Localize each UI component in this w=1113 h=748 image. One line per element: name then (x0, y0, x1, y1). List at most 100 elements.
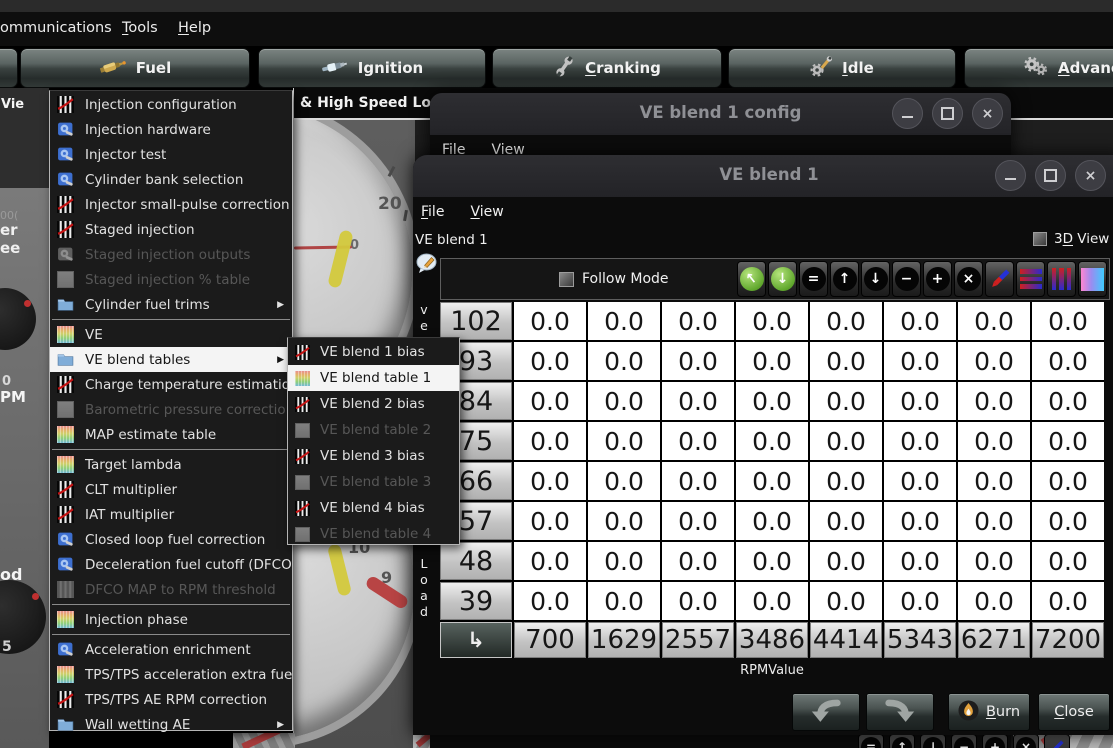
pencil-button[interactable] (1044, 734, 1070, 748)
table-cell[interactable]: 0.0 (662, 342, 734, 380)
table-cell[interactable]: 0.0 (588, 542, 660, 580)
table-cell[interactable]: 0.0 (884, 582, 956, 620)
table-cell[interactable]: 0.0 (884, 302, 956, 340)
table-cell[interactable]: 0.0 (514, 382, 586, 420)
menu-item-charge-temperature-estimation[interactable]: Charge temperature estimation (50, 372, 292, 397)
decrement-button[interactable]: ↓ (861, 261, 890, 297)
table-cell[interactable]: 0.0 (1032, 542, 1104, 580)
plus-button[interactable]: + (982, 734, 1008, 748)
table-cell[interactable]: 0.0 (514, 422, 586, 460)
burn-button[interactable]: Burn (948, 693, 1030, 731)
table-cell[interactable]: 0.0 (810, 582, 882, 620)
menu-item-acceleration-enrichment[interactable]: Acceleration enrichment (50, 637, 292, 662)
table-cell[interactable]: 0.0 (1032, 462, 1104, 500)
menu-item-injection-configuration[interactable]: Injection configuration (50, 92, 292, 117)
redo-button[interactable] (866, 693, 934, 731)
menu-item-ve-blend-3-bias[interactable]: VE blend 3 bias (288, 443, 459, 469)
col-header-cell[interactable]: 6271 (958, 622, 1030, 658)
tab-edge-partial[interactable] (0, 48, 18, 88)
table-cell[interactable]: 0.0 (810, 302, 882, 340)
menu-item-tps-tps-ae-rpm-correction[interactable]: TPS/TPS AE RPM correction (50, 687, 292, 712)
table-cell[interactable]: 0.0 (958, 302, 1030, 340)
table-cell[interactable]: 0.0 (662, 422, 734, 460)
axis-corner-button[interactable]: ↳ (440, 622, 512, 658)
pencil-button[interactable] (985, 261, 1014, 297)
revert-down-button[interactable]: ↓ (768, 261, 797, 297)
table-cell[interactable]: 0.0 (958, 342, 1030, 380)
table-cell[interactable]: 0.0 (736, 542, 808, 580)
table-cell[interactable]: 0.0 (810, 422, 882, 460)
table-cell[interactable]: 0.0 (736, 502, 808, 540)
gradient-fill-button[interactable] (1078, 261, 1107, 297)
menu-item-cylinder-fuel-trims[interactable]: Cylinder fuel trims▶ (50, 292, 292, 317)
increment-button[interactable]: ↑ (889, 734, 915, 748)
col-header-cell[interactable]: 7200 (1032, 622, 1104, 658)
menu-tools[interactable]: Tools (122, 20, 158, 36)
table-cell[interactable]: 0.0 (884, 342, 956, 380)
revert-up-button[interactable]: ↑ (737, 261, 766, 297)
minimize-button[interactable] (892, 98, 923, 129)
table-cell[interactable]: 0.0 (884, 462, 956, 500)
view3d-checkbox[interactable] (1033, 232, 1047, 246)
menu-item-wall-wetting-ae[interactable]: Wall wetting AE▶ (50, 712, 292, 737)
menu-item-ve-blend-tables[interactable]: VE blend tables▶ (50, 347, 292, 372)
table-cell[interactable]: 0.0 (588, 462, 660, 500)
table-cell[interactable]: 0.0 (810, 462, 882, 500)
table-cell[interactable]: 0.0 (514, 302, 586, 340)
table-cell[interactable]: 0.0 (514, 462, 586, 500)
table-cell[interactable]: 0.0 (958, 542, 1030, 580)
table-cell[interactable]: 0.0 (736, 462, 808, 500)
col-header-cell[interactable]: 4414 (810, 622, 882, 658)
table-cell[interactable]: 0.0 (810, 502, 882, 540)
tab-cranking[interactable]: Cranking (492, 48, 722, 88)
table-cell[interactable]: 0.0 (662, 462, 734, 500)
equals-button[interactable]: = (799, 261, 828, 297)
interpolate-rows-button[interactable] (1016, 261, 1045, 297)
table-cell[interactable]: 0.0 (588, 582, 660, 620)
table-cell[interactable]: 0.0 (884, 382, 956, 420)
follow-mode-checkbox[interactable] (559, 272, 574, 287)
table-cell[interactable]: 0.0 (1032, 342, 1104, 380)
table-cell[interactable]: 0.0 (514, 342, 586, 380)
table-cell[interactable]: 0.0 (958, 502, 1030, 540)
table-cell[interactable]: 0.0 (662, 582, 734, 620)
table-cell[interactable]: 0.0 (736, 422, 808, 460)
table-cell[interactable]: 0.0 (736, 302, 808, 340)
table-cell[interactable]: 0.0 (514, 582, 586, 620)
table-cell[interactable]: 0.0 (662, 502, 734, 540)
table-cell[interactable]: 0.0 (514, 502, 586, 540)
menu-item-ve-blend-4-bias[interactable]: VE blend 4 bias (288, 495, 459, 521)
menu-item-ve-blend-table-1[interactable]: VE blend table 1 (288, 365, 459, 391)
col-header-cell[interactable]: 5343 (884, 622, 956, 658)
edit-note-icon[interactable] (416, 252, 439, 275)
table-cell[interactable]: 0.0 (736, 382, 808, 420)
table-cell[interactable]: 0.0 (514, 542, 586, 580)
table-cell[interactable]: 0.0 (884, 422, 956, 460)
tab-ignition[interactable]: Ignition (258, 48, 486, 88)
minus-button[interactable]: − (951, 734, 977, 748)
menu-item-target-lambda[interactable]: Target lambda (50, 452, 292, 477)
menu-help[interactable]: Help (178, 20, 211, 36)
row-header-cell[interactable]: 102 (440, 302, 512, 340)
plus-button[interactable]: + (923, 261, 952, 297)
ve-titlebar[interactable]: VE blend 1 × (413, 155, 1113, 197)
ve-menu-file[interactable]: File (421, 204, 444, 220)
ve-menu-view[interactable]: View (470, 204, 503, 220)
table-cell[interactable]: 0.0 (588, 302, 660, 340)
interpolate-columns-button[interactable] (1047, 261, 1076, 297)
table-cell[interactable]: 0.0 (1032, 582, 1104, 620)
menu-communications[interactable]: ommunications (0, 20, 112, 36)
config-titlebar[interactable]: VE blend 1 config × (430, 93, 1011, 135)
menu-item-injector-small-pulse-correction[interactable]: Injector small-pulse correction (50, 192, 292, 217)
menu-item-deceleration-fuel-cutoff-dfco[interactable]: Deceleration fuel cutoff (DFCO) (50, 552, 292, 577)
col-header-cell[interactable]: 3486 (736, 622, 808, 658)
table-cell[interactable]: 0.0 (1032, 502, 1104, 540)
menu-item-iat-multiplier[interactable]: IAT multiplier (50, 502, 292, 527)
table-cell[interactable]: 0.0 (810, 342, 882, 380)
menu-item-clt-multiplier[interactable]: CLT multiplier (50, 477, 292, 502)
menu-item-ve-blend-1-bias[interactable]: VE blend 1 bias (288, 339, 459, 365)
table-cell[interactable]: 0.0 (736, 582, 808, 620)
menu-item-closed-loop-fuel-correction[interactable]: Closed loop fuel correction (50, 527, 292, 552)
table-cell[interactable]: 0.0 (958, 462, 1030, 500)
decrement-button[interactable]: ↓ (920, 734, 946, 748)
